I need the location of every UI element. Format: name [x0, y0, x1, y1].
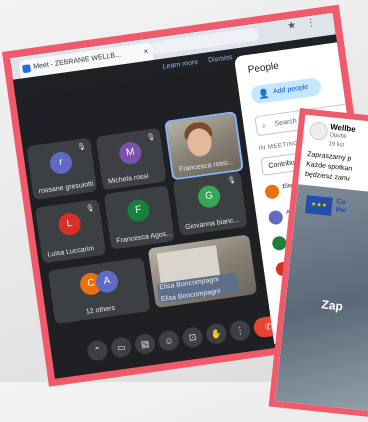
more-options-icon[interactable]: ⋮ [228, 319, 252, 342]
participant-tile[interactable]: r 🎙 rossane gresuiotti [26, 137, 98, 200]
participant-name: rossane gresuiotti [38, 180, 95, 196]
participant-tile[interactable]: L 🎙 Luisa Luccarini [35, 199, 107, 264]
avatar: F [125, 198, 151, 223]
post-image[interactable]: ★★★ Co the Zap [275, 184, 368, 416]
mic-off-icon: 🎙 [146, 133, 156, 142]
people-avatar [267, 209, 284, 226]
in-meeting-label: IN MEETING [258, 140, 300, 153]
eu-flag-icon: ★★★ [305, 195, 333, 216]
avatar: G [196, 184, 222, 210]
participant-name: Luisa Luccarini [47, 245, 95, 259]
participant-name: Michela rossi [107, 172, 150, 186]
chevron-up-icon[interactable]: ⌃ [86, 339, 109, 362]
page-avatar[interactable] [308, 121, 329, 141]
others-count: 12 others [85, 304, 116, 316]
participant-grid: r 🎙 rossane gresuiotti M 🎙 Michela rossi… [16, 71, 265, 339]
learn-more-link[interactable]: Learn more [162, 59, 198, 71]
published-label: Opubli [329, 132, 347, 141]
mic-off-icon: 🎙 [76, 143, 87, 152]
people-panel-title: People [247, 60, 280, 76]
video-tile-speaker[interactable]: Francesca rossi... [164, 111, 244, 181]
participant-tile[interactable]: M 🎙 Michela rossi [95, 127, 167, 191]
mic-off-icon: 🎙 [226, 176, 237, 185]
video-tile-room[interactable]: Elisa Boncompagni Elisa Boncompagni [147, 234, 258, 309]
tab-close-icon[interactable]: × [142, 43, 149, 61]
present-icon[interactable]: ⊡ [181, 325, 204, 349]
others-tile[interactable]: C A 12 others [47, 257, 151, 325]
image-overlay-text: Zap [320, 297, 344, 314]
add-person-icon: 👤 [257, 88, 271, 100]
raise-hand-icon[interactable]: ✋ [205, 322, 228, 346]
bookmark-star-icon[interactable]: ★ [287, 20, 297, 32]
avatar: M [117, 140, 143, 166]
meet-favicon-icon [22, 64, 32, 74]
dismiss-link[interactable]: Dismiss [208, 54, 233, 64]
participant-name: Giovanna bianc... [184, 216, 240, 232]
participant-name: Francesca rossi... [178, 158, 235, 174]
camera-icon[interactable]: ▭ [109, 335, 133, 359]
mic-off-icon: 🎙 [85, 204, 96, 213]
participant-name: Francesca Agos... [115, 230, 173, 245]
cofunded-label-2: the [335, 206, 347, 215]
add-people-label: Add people [272, 83, 309, 96]
people-avatar [264, 183, 280, 200]
post-date[interactable]: 19 list [328, 141, 344, 149]
post-text-line: będziesz zanu [304, 170, 350, 183]
cofunded-label: Co [336, 198, 347, 207]
avatar: r [48, 150, 74, 176]
search-icon: ⌕ [261, 120, 267, 131]
browser-menu-icon[interactable]: ⋮ [305, 17, 316, 29]
captions-icon[interactable]: ▤ [133, 332, 157, 356]
participant-tile[interactable]: F Francesca Agos... [103, 185, 175, 250]
avatar: L [57, 211, 83, 237]
participant-tile[interactable]: G 🎙 Giovanna bianc... [172, 171, 248, 236]
emoji-icon[interactable]: ☺ [157, 329, 181, 352]
add-people-button[interactable]: 👤 Add people [250, 77, 323, 105]
